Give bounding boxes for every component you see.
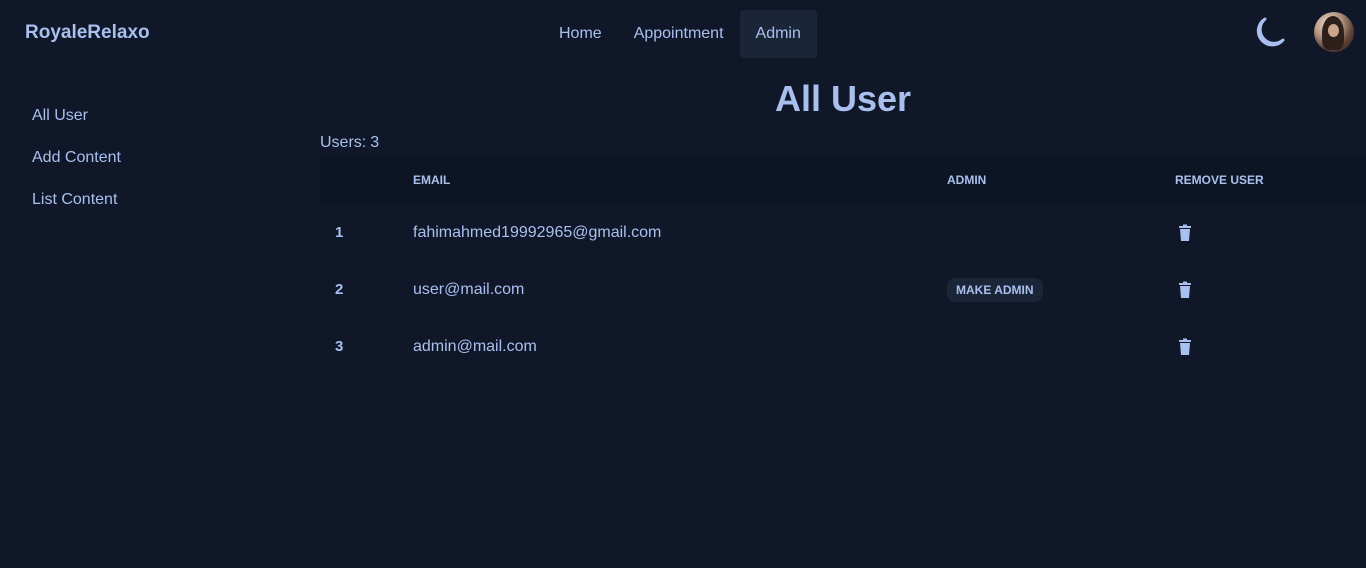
row-index: 3 (335, 338, 344, 355)
header-email: Email (413, 173, 451, 187)
sidebar: All User Add Content List Content (16, 95, 276, 221)
row-index: 2 (335, 281, 344, 298)
make-admin-button[interactable]: Make Admin (947, 277, 1043, 302)
sidebar-item-all-user[interactable]: All User (16, 95, 276, 137)
sidebar-item-list-content[interactable]: List Content (16, 179, 276, 221)
header-remove-user: Remove User (1175, 173, 1264, 187)
row-remove-cell (1175, 318, 1366, 375)
nav-link-home[interactable]: Home (543, 10, 618, 58)
row-email: admin@mail.com (413, 337, 537, 355)
users-table-wrapper: Email Admin Remove User 1 fahimahmed1999… (320, 156, 1366, 375)
nav-link-admin[interactable]: Admin (739, 10, 817, 58)
sidebar-item-add-content[interactable]: Add Content (16, 137, 276, 179)
page-title: All User (774, 78, 912, 119)
row-admin-cell (947, 318, 1175, 375)
row-index: 1 (335, 224, 344, 241)
users-table: Email Admin Remove User 1 fahimahmed1999… (320, 156, 1366, 375)
moon-icon[interactable] (1250, 14, 1288, 52)
users-count: Users: 3 (320, 134, 379, 152)
header-admin: Admin (947, 173, 987, 187)
brand-logo[interactable]: RoyaleRelaxo (25, 22, 150, 44)
users-count-label: Users: (320, 134, 367, 151)
avatar-face (1328, 24, 1339, 37)
row-email: user@mail.com (413, 280, 525, 298)
users-count-value: 3 (370, 134, 380, 151)
row-remove-cell (1175, 261, 1366, 318)
row-remove-cell (1175, 204, 1366, 261)
navbar: RoyaleRelaxo Home Appointment Admin (0, 0, 1366, 68)
table-row: 3 admin@mail.com (320, 318, 1366, 375)
nav-links: Home Appointment Admin (543, 10, 817, 58)
table-row: 1 fahimahmed19992965@gmail.com (320, 204, 1366, 261)
row-email: fahimahmed19992965@gmail.com (413, 223, 662, 241)
nav-link-appointment[interactable]: Appointment (618, 10, 740, 58)
table-row: 2 user@mail.com Make Admin (320, 261, 1366, 318)
trash-icon[interactable] (1175, 223, 1195, 243)
header-index (320, 156, 413, 204)
row-admin-cell: Make Admin (947, 261, 1175, 318)
trash-icon[interactable] (1175, 280, 1195, 300)
user-avatar[interactable] (1314, 12, 1354, 52)
row-admin-cell (947, 204, 1175, 261)
trash-icon[interactable] (1175, 337, 1195, 357)
table-header-row: Email Admin Remove User (320, 156, 1366, 204)
